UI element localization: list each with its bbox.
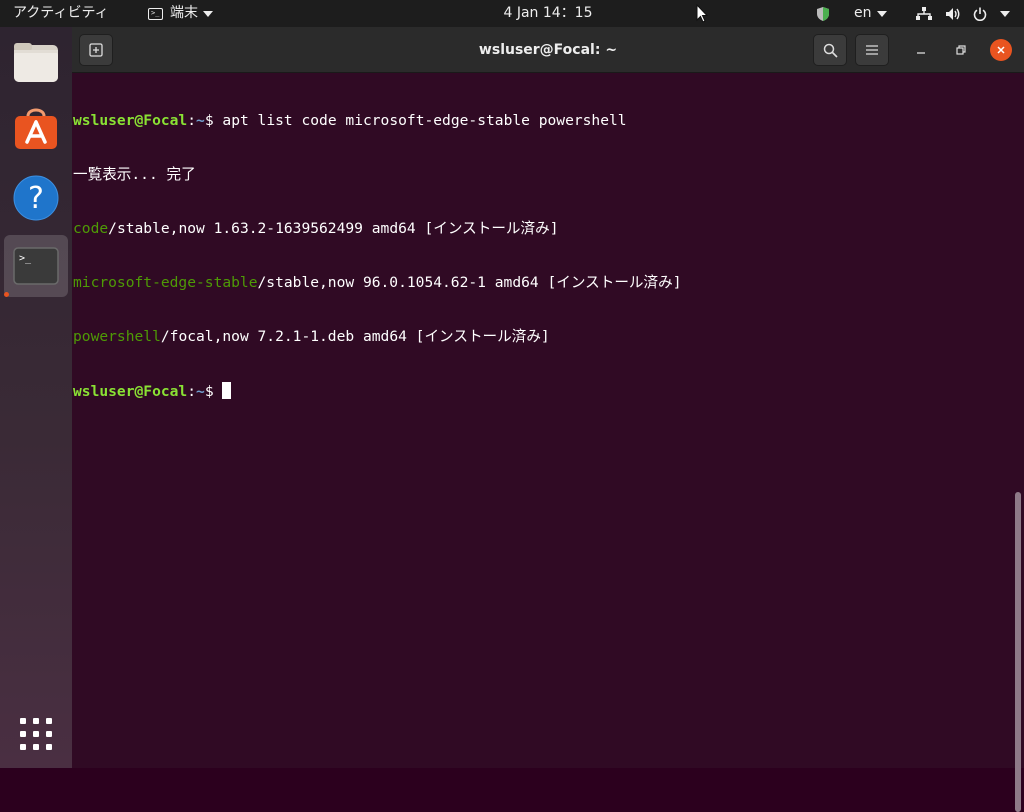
result-line: powershell/focal,now 7.2.1-1.deb amd64 [… — [73, 328, 682, 346]
command-line: wsluser@Focal:~$ apt list code microsoft… — [73, 112, 682, 130]
chevron-down-icon — [876, 10, 887, 17]
new-tab-button[interactable] — [79, 34, 113, 66]
dock: ? >_ — [0, 27, 72, 768]
package-details: /stable,now 1.63.2-1639562499 amd64 [インス… — [108, 220, 559, 237]
prompt-separator: : — [187, 112, 197, 129]
hamburger-menu-icon — [866, 45, 878, 55]
result-line: microsoft-edge-stable/stable,now 96.0.10… — [73, 274, 682, 292]
restore-icon — [956, 45, 966, 55]
dock-item-terminal[interactable]: >_ — [4, 235, 68, 297]
running-indicator — [4, 292, 9, 297]
system-menu-chevron-down-icon[interactable] — [995, 0, 1010, 27]
shopping-bag-icon — [15, 108, 57, 149]
command-text: apt list code microsoft-edge-stable powe… — [222, 112, 627, 129]
terminal-window: wsluser@Focal: ~ wsluser@Focal:~$ apt li… — [72, 27, 1024, 812]
top-bar: アクティビティ >_ 端末 4 Jan 14：15 en — [0, 0, 1024, 27]
prompt-dollar: $ — [204, 112, 223, 129]
maximize-button[interactable] — [950, 39, 972, 61]
close-button[interactable] — [990, 39, 1012, 61]
language-selector[interactable]: en — [854, 0, 887, 27]
package-name: code — [73, 220, 109, 237]
search-button[interactable] — [813, 34, 847, 66]
prompt-user: wsluser@Focal — [73, 112, 188, 129]
window-header-bar[interactable]: wsluser@Focal: ~ — [72, 27, 1024, 73]
listing-status-line: 一覧表示... 完了 — [73, 166, 196, 183]
svg-text:>_: >_ — [19, 253, 32, 264]
folder-icon — [14, 43, 58, 82]
prompt-line: wsluser@Focal:~$ — [73, 382, 682, 400]
network-icon[interactable] — [916, 0, 932, 27]
prompt-separator: : — [187, 383, 197, 400]
power-icon[interactable] — [973, 0, 987, 27]
grid-icon — [20, 718, 52, 750]
package-name: microsoft-edge-stable — [73, 274, 258, 291]
text-cursor — [222, 382, 232, 399]
package-name: powershell — [73, 328, 161, 345]
scrollbar[interactable] — [1015, 492, 1021, 812]
show-applications-button[interactable] — [4, 703, 68, 765]
minimize-button[interactable] — [910, 39, 932, 61]
package-details: /stable,now 96.0.1054.62-1 amd64 [インストール… — [257, 274, 682, 291]
clock-label: 4 Jan 14：15 — [503, 5, 593, 21]
prompt-path: ~ — [196, 383, 205, 400]
package-details: /focal,now 7.2.1-1.deb amd64 [インストール済み] — [160, 328, 550, 345]
prompt-path: ~ — [196, 112, 205, 129]
terminal-icon: >_ — [13, 247, 59, 285]
dock-item-help[interactable]: ? — [4, 167, 68, 229]
new-tab-icon — [89, 43, 103, 57]
minimize-icon — [917, 52, 925, 54]
prompt-dollar: $ — [204, 383, 223, 400]
prompt-user: wsluser@Focal — [73, 383, 188, 400]
security-shield-icon[interactable] — [816, 0, 830, 27]
dock-item-files[interactable] — [4, 31, 68, 93]
close-icon — [997, 46, 1005, 54]
terminal-output-area[interactable]: wsluser@Focal:~$ apt list code microsoft… — [72, 74, 1024, 812]
language-label: en — [854, 5, 872, 21]
mouse-cursor-icon — [696, 0, 708, 27]
svg-text:?: ? — [28, 181, 44, 216]
help-icon: ? — [13, 175, 59, 221]
volume-icon[interactable] — [945, 0, 961, 27]
terminal-output: wsluser@Focal:~$ apt list code microsoft… — [73, 76, 682, 436]
search-icon — [823, 43, 838, 58]
result-line: code/stable,now 1.63.2-1639562499 amd64 … — [73, 220, 682, 238]
dock-item-software[interactable] — [4, 97, 68, 159]
menu-button[interactable] — [855, 34, 889, 66]
